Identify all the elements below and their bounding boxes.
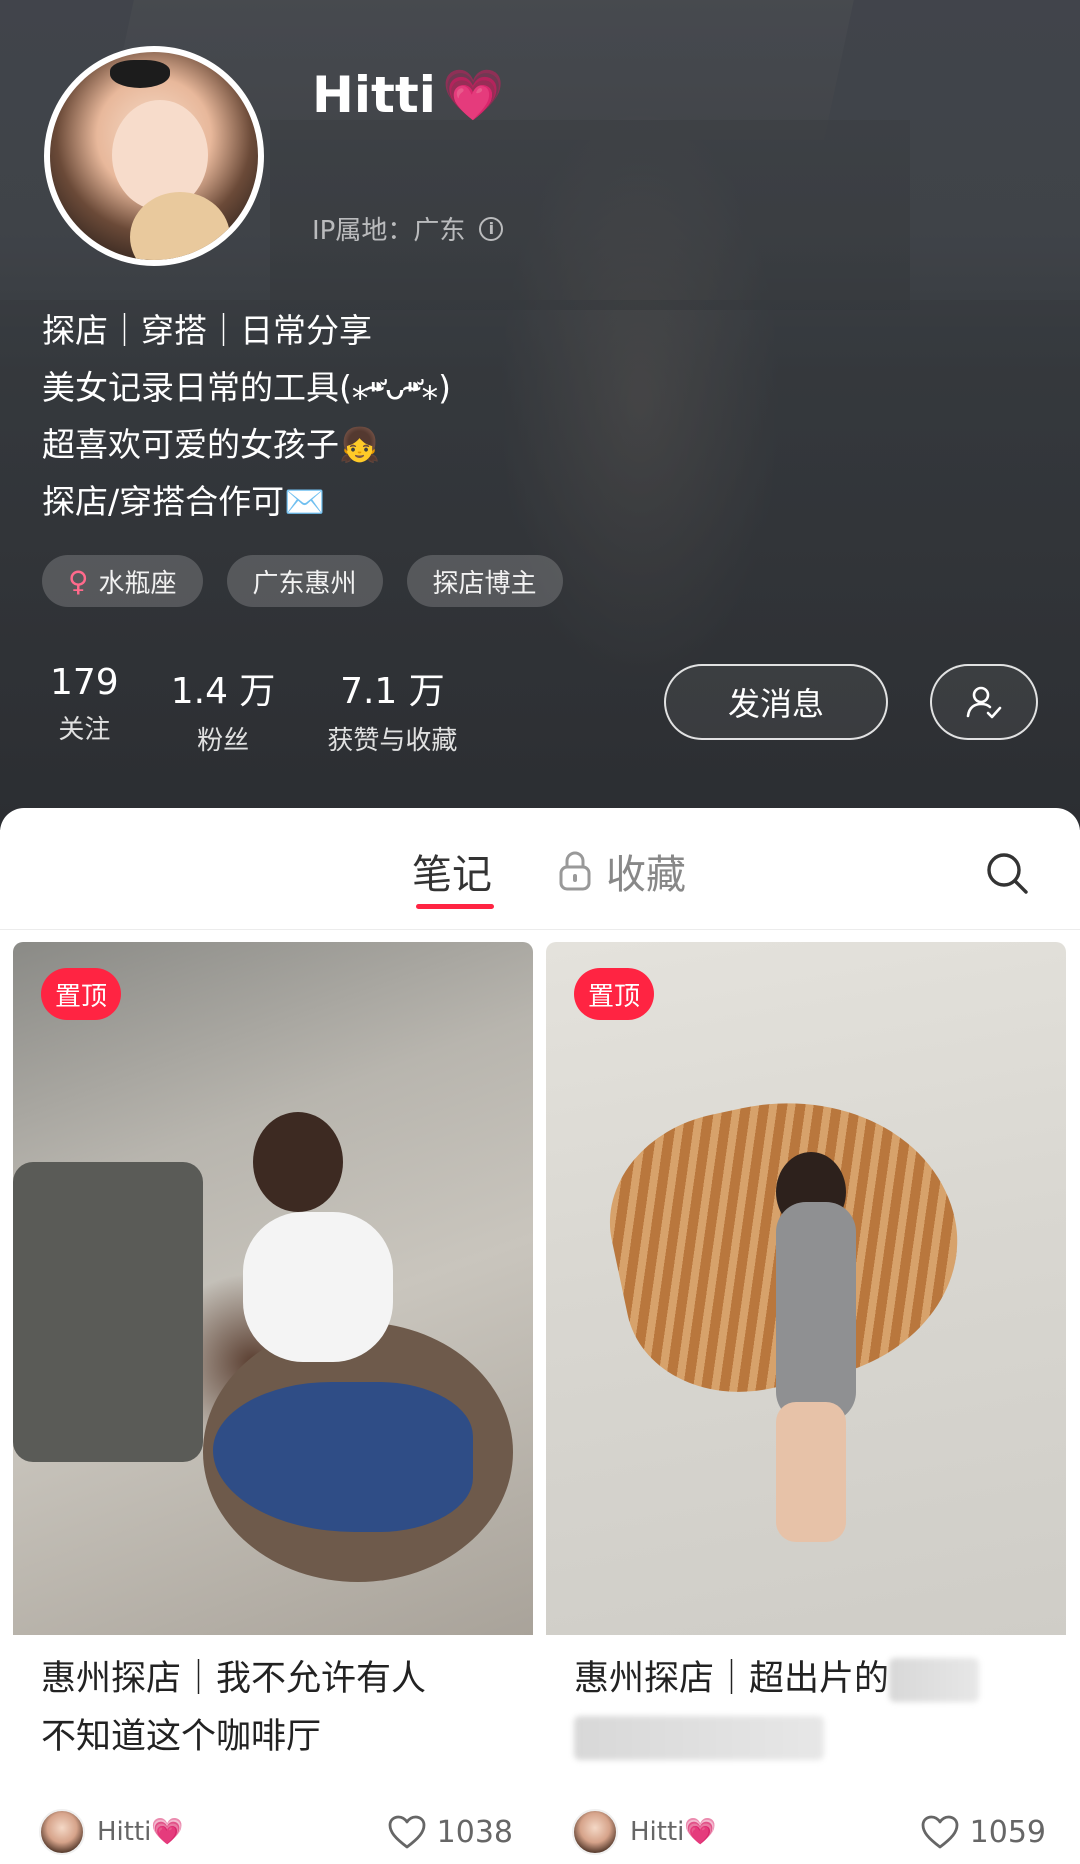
cover-person [776,1202,856,1422]
ip-location: IP属地：广东 i [312,210,504,247]
blurred-text-mask [574,1716,824,1760]
note-cover-image[interactable]: 置顶 [546,942,1066,1635]
like-count: 1059 [969,1814,1046,1850]
tag-label: 广东惠州 [252,568,357,599]
tag-label: 探店博主 [432,568,537,599]
stat-following[interactable]: 179 关注 [50,662,119,757]
note-card[interactable]: 置顶 惠州探店｜我不允许有人 不知道这个咖啡厅 Hitti💗 1038 [13,942,533,1864]
note-title-line: 惠州探店｜我不允许有人 [41,1659,427,1699]
tab-collections[interactable]: 收藏 [558,842,686,900]
tag-label: 水瓶座 [98,568,177,599]
author-name-text: Hitti [630,1817,685,1847]
user-check-icon [966,686,1002,719]
bio-line: 探店｜穿搭｜日常分享 [42,311,372,350]
author-avatar[interactable] [572,1809,618,1855]
cover-person-head [253,1112,343,1212]
author-name[interactable]: Hitti💗 [97,1817,184,1847]
bio-line: 超喜欢可爱的女孩子👧 [42,425,381,464]
like-button[interactable]: 1038 [387,1814,513,1850]
lock-icon [559,851,591,891]
nickname-text: Hitti [312,66,436,124]
avatar-bow [110,60,170,88]
stat-value: 179 [50,662,119,703]
female-icon: ♀ [68,564,89,598]
note-cover-image[interactable]: 置顶 [13,942,533,1635]
note-footer: Hitti💗 1038 [39,1808,513,1856]
note-title[interactable]: 惠州探店｜超出片的 [574,1650,1054,1766]
note-footer: Hitti💗 1059 [572,1808,1046,1856]
stat-followers[interactable]: 1.4 万 粉丝 [171,662,276,757]
send-message-button[interactable]: 发消息 [664,664,888,740]
pinned-badge: 置顶 [574,968,655,1020]
avatar-dog [130,192,230,260]
note-card[interactable]: 置顶 惠州探店｜超出片的 Hitti💗 1059 [546,942,1066,1864]
tag-category[interactable]: 探店博主 [406,555,563,607]
profile-bio: 探店｜穿搭｜日常分享 美女记录日常的工具(⁎⁍̴̛ᴗ⁍̴̛⁎) 超喜欢可爱的女孩… [42,302,451,530]
heart-outline-icon [921,1815,959,1849]
author-avatar[interactable] [39,1809,85,1855]
author-name[interactable]: Hitti💗 [630,1817,717,1847]
tab-notes[interactable]: 笔记 [412,842,492,900]
profile-header: Hitti 💗 IP属地：广东 i 探店｜穿搭｜日常分享 美女记录日常的工具(⁎… [0,0,1080,830]
like-count: 1038 [436,1814,513,1850]
note-title-line: 惠州探店｜超出片的 [574,1650,1054,1708]
stat-label: 粉丝 [197,726,250,756]
note-title-line: 不知道这个咖啡厅 [41,1717,322,1757]
bio-line: 美女记录日常的工具(⁎⁍̴̛ᴗ⁍̴̛⁎) [42,368,451,407]
cover-person [243,1212,393,1362]
following-button[interactable] [930,664,1038,740]
stat-likes-collects[interactable]: 7.1 万 获赞与收藏 [327,662,457,757]
stat-label: 关注 [58,715,111,745]
cover-chair [13,1162,203,1462]
like-button[interactable]: 1059 [920,1814,1046,1850]
profile-nickname: Hitti 💗 [312,66,504,124]
heart-emoji-icon: 💗 [151,1817,184,1847]
stat-label: 获赞与收藏 [327,726,458,756]
note-title[interactable]: 惠州探店｜我不允许有人 不知道这个咖啡厅 [41,1650,521,1766]
note-title-line [574,1708,1054,1766]
author-name-text: Hitti [97,1817,152,1847]
heart-outline-icon [388,1815,426,1849]
tag-location[interactable]: 广东惠州 [226,555,383,607]
stat-value: 1.4 万 [170,671,276,712]
blurred-text-mask [889,1658,980,1702]
profile-avatar[interactable] [44,46,264,266]
ip-location-text: IP属地：广东 [312,216,466,246]
heart-emoji-icon: 💗 [684,1817,717,1847]
tag-zodiac[interactable]: ♀ 水瓶座 [42,555,203,607]
search-icon[interactable] [982,848,1032,898]
note-title-text: 惠州探店｜超出片的 [574,1659,890,1699]
profile-stats: 179 关注 1.4 万 粉丝 7.1 万 获赞与收藏 [50,662,457,757]
bio-line: 探店/穿搭合作可✉️ [42,482,326,521]
pinned-badge: 置顶 [41,968,122,1020]
heart-emoji-icon: 💗 [441,66,505,124]
cover-person-legs [776,1402,846,1542]
info-icon[interactable]: i [479,216,504,241]
tab-collections-label: 收藏 [606,852,686,898]
tab-active-indicator [416,904,494,909]
profile-tags: ♀ 水瓶座 广东惠州 探店博主 [42,555,563,607]
stat-value: 7.1 万 [340,671,445,712]
content-panel: 笔记 收藏 置顶 惠州探店｜我不允许有人 不知道这个咖啡厅 Hitti💗 103… [0,808,1080,1864]
tab-bar: 笔记 收藏 [0,808,1080,930]
